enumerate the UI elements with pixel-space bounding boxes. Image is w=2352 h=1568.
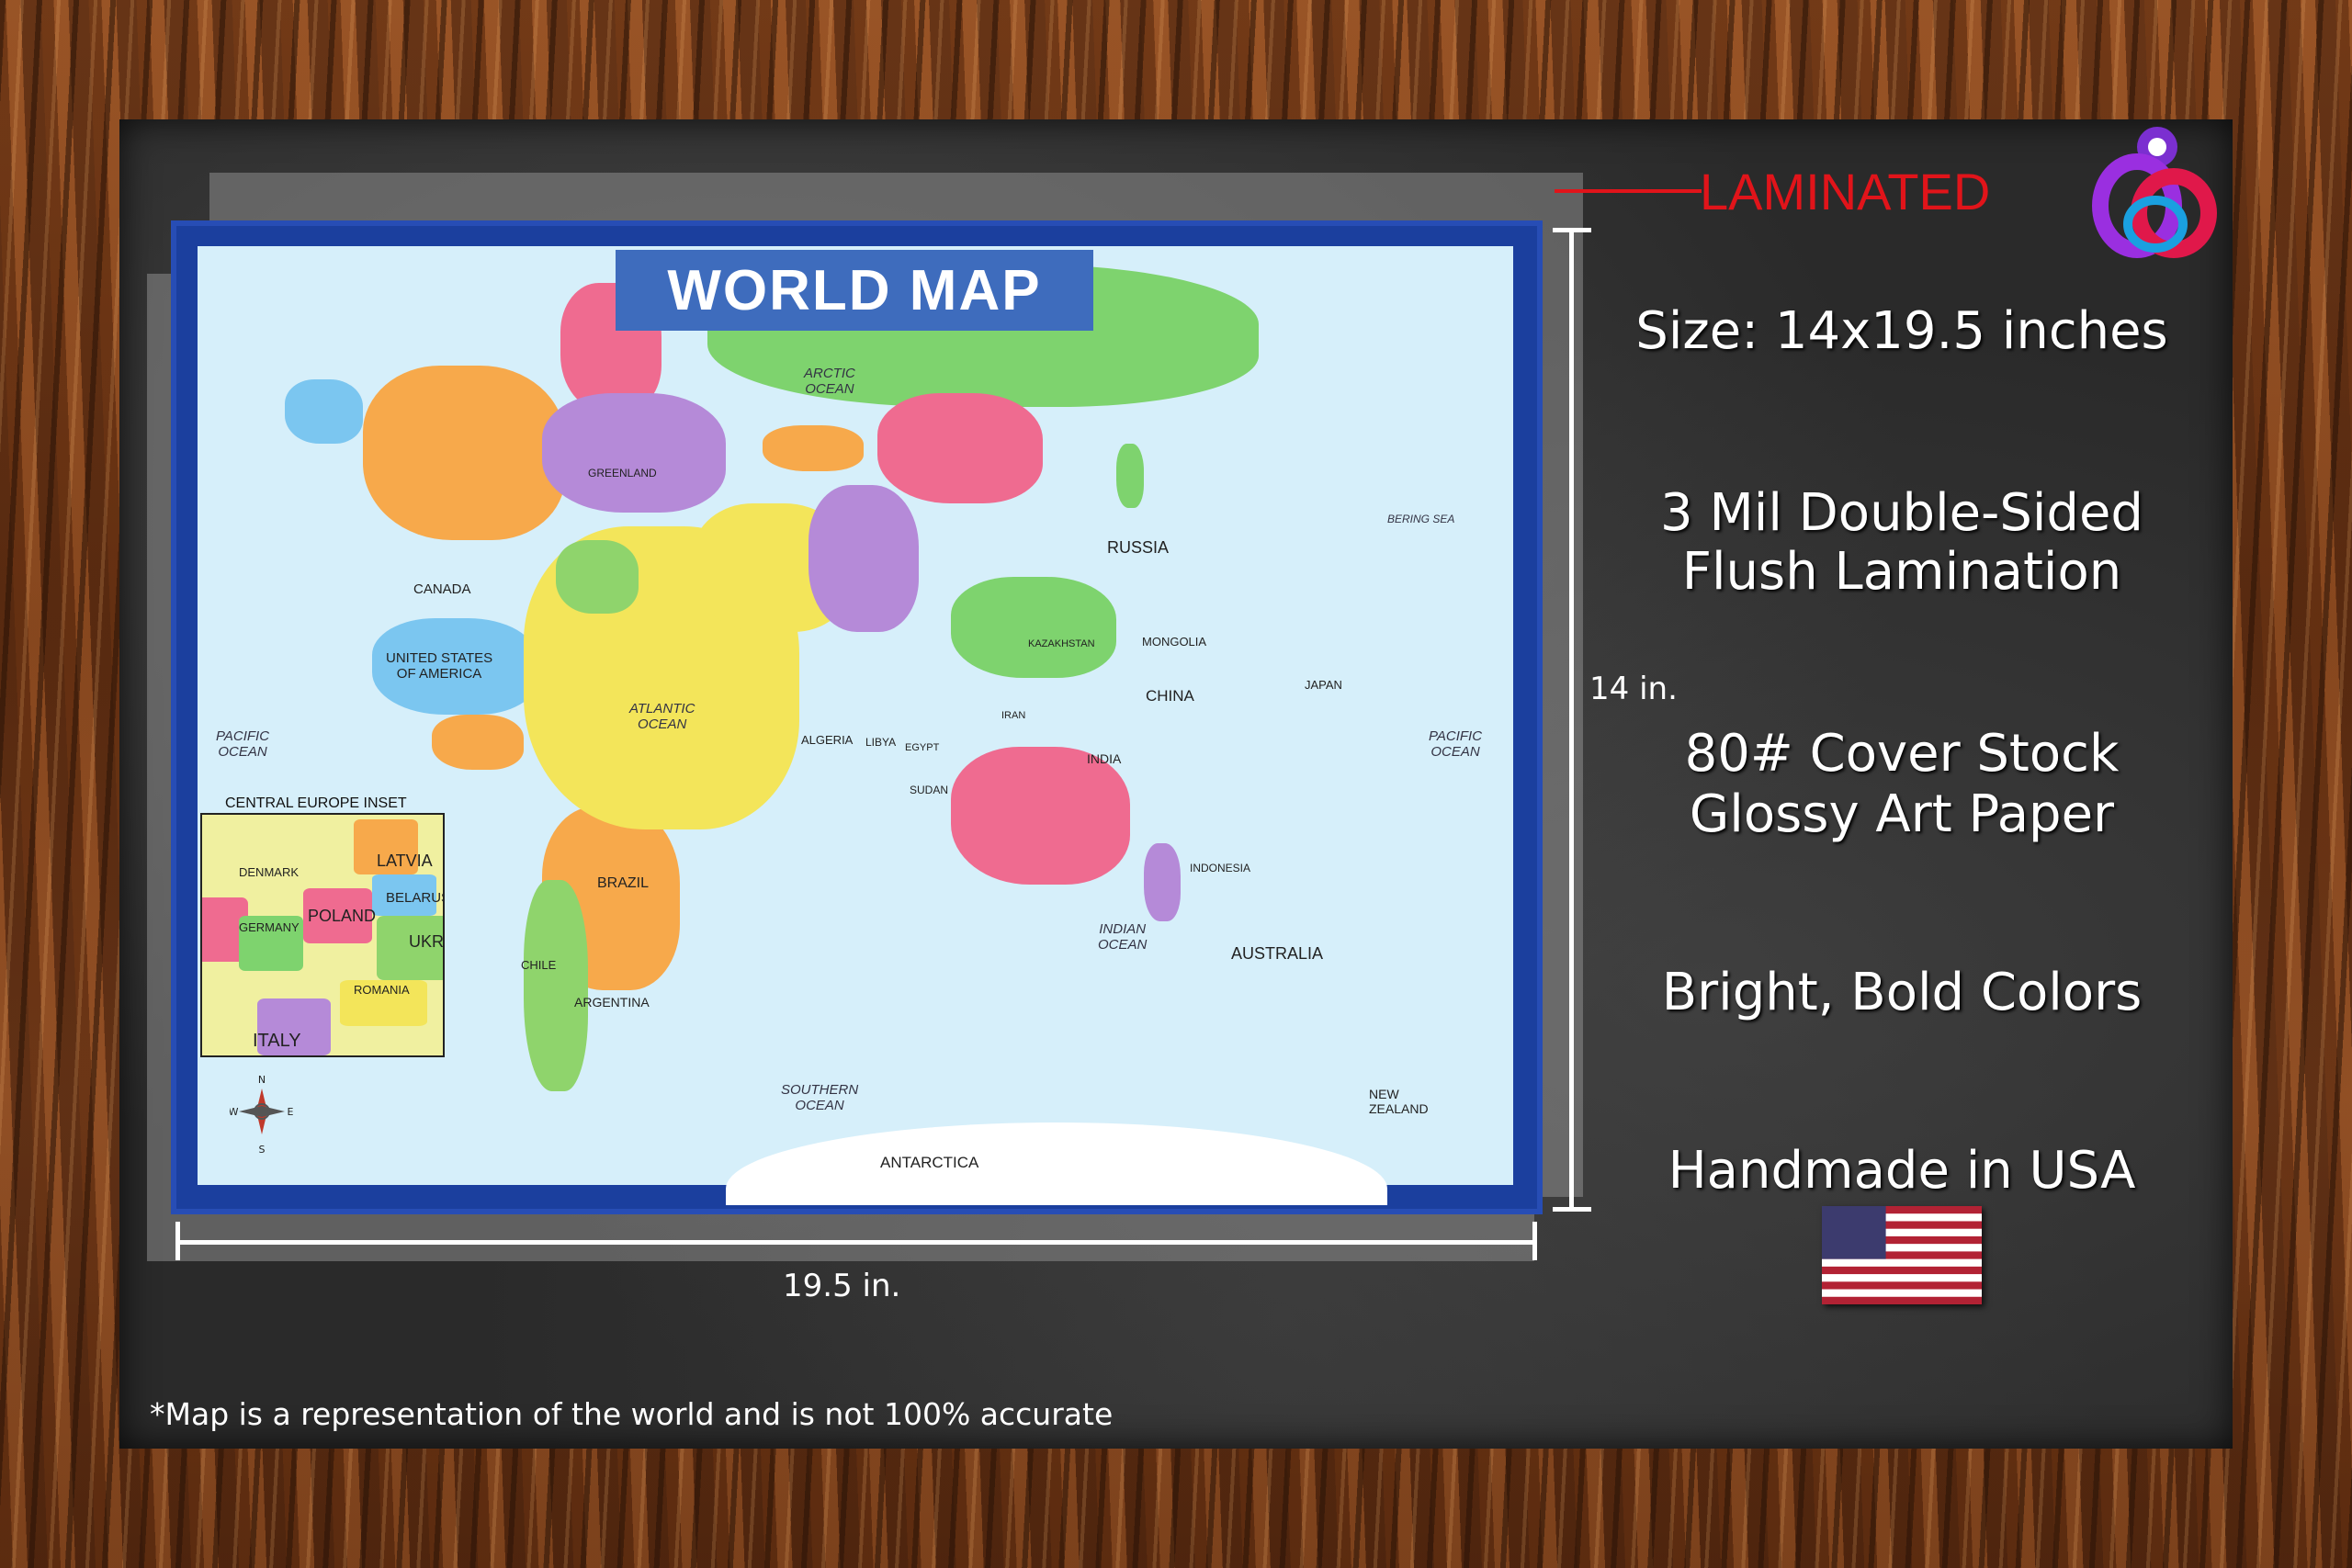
mexico-shape: [432, 715, 524, 770]
japan-shape: [1116, 444, 1144, 508]
feature-paper-line2: Glossy Art Paper: [1689, 784, 2115, 844]
inset-title: CENTRAL EUROPE INSET: [225, 795, 407, 811]
label-indian-ocean: INDIAN OCEAN: [1098, 921, 1148, 953]
label-arctic-ocean: ARCTIC OCEAN: [804, 366, 855, 397]
kazakhstan-shape: [763, 425, 864, 471]
width-dimension-line: [177, 1240, 1535, 1245]
europe-shape: [542, 393, 726, 513]
label-chile: CHILE: [521, 958, 557, 972]
height-dimension-line: [1569, 230, 1574, 1211]
laminated-pointer-line: [1555, 189, 1702, 193]
compass-e: E: [288, 1106, 294, 1118]
label-new-zealand: NEW ZEALAND: [1369, 1087, 1429, 1116]
height-dimension-cap-top: [1553, 228, 1591, 232]
label-argentina: ARGENTINA: [574, 995, 650, 1010]
disclaimer-text: *Map is a representation of the world an…: [150, 1396, 1114, 1432]
height-dimension-label: 14 in.: [1589, 671, 1678, 707]
usa-flag-icon: [1822, 1206, 1982, 1304]
width-dimension-label: 19.5 in.: [783, 1268, 901, 1304]
width-dimension-cap-right: [1532, 1222, 1537, 1260]
inset-label-denmark: DENMARK: [239, 865, 300, 879]
feature-colors: Bright, Bold Colors: [1661, 963, 2143, 1022]
compass-n: N: [258, 1074, 266, 1086]
label-antarctica: ANTARCTICA: [880, 1154, 979, 1171]
new-zealand-shape: [1144, 843, 1181, 921]
southeast-asia-shape: [951, 577, 1116, 678]
australia-shape: [951, 747, 1130, 885]
label-china: CHINA: [1146, 687, 1194, 705]
inset-label-poland: POLAND: [308, 907, 377, 925]
inset-label-italy: ITALY: [253, 1031, 301, 1051]
label-pacific-ocean-right: PACIFIC OCEAN: [1429, 728, 1483, 760]
label-brazil: BRAZIL: [597, 875, 650, 891]
inset-label-romania: ROMANIA: [354, 983, 410, 997]
label-sudan: SUDAN: [910, 784, 949, 796]
feature-lamination-line2: Flush Lamination: [1681, 542, 2122, 602]
label-libya: LIBYA: [865, 736, 897, 749]
label-southern-ocean: SOUTHERN OCEAN: [781, 1082, 859, 1113]
label-atlantic-ocean: ATLANTIC OCEAN: [629, 701, 695, 732]
label-greenland: GREENLAND: [588, 467, 657, 479]
compass-s: S: [259, 1144, 266, 1156]
central-europe-inset: LATVIA BELARUS POLAND UKRA GERMANY DENMA…: [200, 813, 445, 1057]
label-india: INDIA: [1087, 751, 1122, 766]
inset-label-latvia: LATVIA: [377, 852, 433, 870]
compass-w: W: [230, 1106, 239, 1118]
inset-label-ukraine: UKRA: [409, 932, 445, 951]
label-mongolia: MONGOLIA: [1142, 635, 1207, 649]
inset-label-germany: GERMANY: [239, 920, 300, 934]
label-pacific-ocean-left: PACIFIC OCEAN: [216, 728, 270, 760]
label-indonesia: INDONESIA: [1190, 862, 1251, 874]
compass-rose-icon: N S E W: [230, 1074, 294, 1156]
label-usa: UNITED STATES OF AMERICA: [386, 650, 493, 682]
feature-lamination-line1: 3 Mil Double-Sided: [1660, 483, 2143, 543]
label-australia: AUSTRALIA: [1231, 944, 1324, 963]
label-egypt: EGYPT: [905, 742, 940, 753]
label-japan: JAPAN: [1305, 678, 1342, 692]
canada-shape: [363, 366, 565, 540]
label-canada: CANADA: [413, 581, 471, 597]
label-algeria: ALGERIA: [801, 733, 854, 747]
laminated-label: LAMINATED: [1700, 163, 1991, 220]
feature-size: Size: 14x19.5 inches: [1635, 301, 2168, 361]
label-russia: RUSSIA: [1107, 538, 1170, 557]
feature-paper-line1: 80# Cover Stock: [1684, 724, 2120, 784]
china-shape: [877, 393, 1043, 503]
argentina-shape: [524, 880, 588, 1091]
height-dimension-cap-bottom: [1553, 1207, 1591, 1212]
label-iran: IRAN: [1001, 710, 1026, 721]
map-title: WORLD MAP: [616, 250, 1093, 331]
india-shape: [808, 485, 919, 632]
label-kazakhstan: KAZAKHSTAN: [1028, 638, 1095, 649]
alaska-shape: [285, 379, 363, 444]
look-listen-feel-logo-icon: [2092, 127, 2217, 258]
width-dimension-cap-left: [175, 1222, 180, 1260]
label-bering-sea: BERING SEA: [1387, 513, 1455, 525]
inset-label-belarus: BELARUS: [386, 890, 445, 906]
feature-origin: Handmade in USA: [1668, 1141, 2136, 1201]
algeria-shape: [556, 540, 639, 614]
